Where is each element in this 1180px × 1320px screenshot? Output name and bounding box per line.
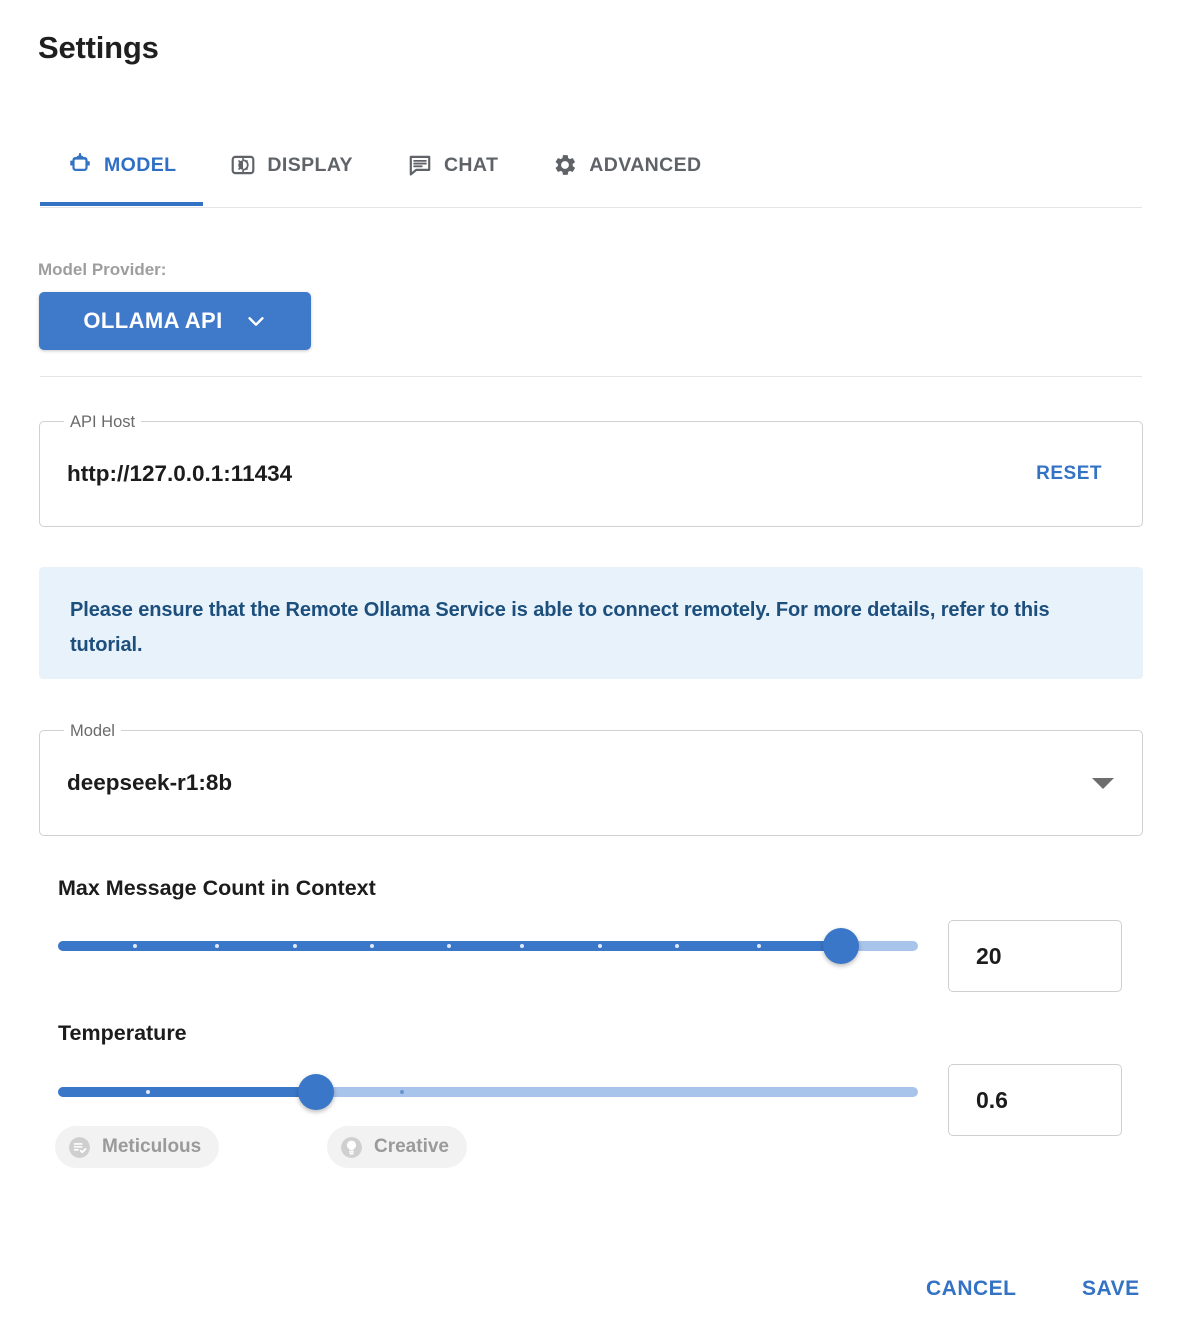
model-provider-value: OLLAMA API [83, 308, 223, 333]
temperature-slider[interactable] [58, 1074, 918, 1110]
chip-creative[interactable]: Creative [327, 1126, 467, 1168]
slider-fill [58, 1087, 316, 1097]
temperature-value-box[interactable]: 0.6 [948, 1064, 1122, 1136]
api-host-input[interactable]: http://127.0.0.1:11434 [67, 461, 292, 487]
chip-meticulous-label: Meticulous [102, 1136, 202, 1157]
robot-icon [67, 152, 93, 178]
tab-display[interactable]: DISPLAY [203, 124, 380, 206]
slider-tick [597, 944, 602, 948]
tab-chat-label: CHAT [443, 153, 499, 176]
slider-thumb[interactable] [298, 1074, 334, 1110]
tab-advanced[interactable]: ADVANCED [525, 124, 728, 206]
tab-model[interactable]: MODEL [40, 124, 204, 206]
temperature-title: Temperature [58, 1021, 187, 1045]
slider-tick [369, 944, 374, 948]
chevron-down-icon [245, 310, 267, 332]
model-select-value: deepseek-r1:8b [67, 770, 233, 795]
cancel-button[interactable]: CANCEL [912, 1267, 1031, 1311]
max-messages-slider[interactable] [58, 928, 918, 964]
dropdown-arrow-icon[interactable] [1092, 777, 1114, 789]
tab-chat[interactable]: CHAT [380, 124, 525, 206]
brightness-icon [230, 152, 256, 178]
api-host-field[interactable]: API Host http://127.0.0.1:11434 RESET [39, 412, 1143, 527]
reset-button[interactable]: RESET [1024, 455, 1114, 493]
section-divider [40, 376, 1142, 377]
save-button[interactable]: SAVE [1068, 1267, 1154, 1311]
chip-creative-label: Creative [374, 1136, 449, 1157]
api-host-legend: API Host [64, 412, 142, 432]
info-banner: Please ensure that the Remote Ollama Ser… [39, 567, 1143, 679]
max-messages-title: Max Message Count in Context [58, 876, 376, 900]
chip-meticulous[interactable]: Meticulous [55, 1126, 220, 1168]
info-banner-text: Please ensure that the Remote Ollama Ser… [70, 599, 1050, 656]
settings-tab-bar: MODEL DISPLAY CHAT ADVANCED [40, 124, 1142, 208]
tab-model-label: MODEL [104, 153, 177, 176]
slider-tick [756, 944, 761, 948]
max-messages-value: 20 [976, 942, 1002, 969]
chat-bubble-icon [407, 152, 433, 178]
gear-icon [552, 152, 578, 178]
page-title: Settings [38, 30, 159, 65]
model-select-legend: Model [64, 721, 121, 741]
max-messages-value-box[interactable]: 20 [948, 920, 1122, 992]
tab-advanced-label: ADVANCED [589, 153, 702, 176]
slider-thumb[interactable] [822, 928, 859, 964]
slider-tick [400, 1090, 404, 1094]
tab-display-label: DISPLAY [267, 153, 353, 176]
model-provider-label: Model Provider: [38, 260, 167, 279]
rule-checklist-icon [67, 1135, 92, 1160]
model-provider-dropdown[interactable]: OLLAMA API [39, 292, 311, 350]
model-select-field[interactable]: Model deepseek-r1:8b [39, 721, 1143, 836]
lightbulb-icon [339, 1135, 364, 1160]
slider-tick [292, 944, 297, 948]
temperature-value: 0.6 [976, 1086, 1008, 1113]
